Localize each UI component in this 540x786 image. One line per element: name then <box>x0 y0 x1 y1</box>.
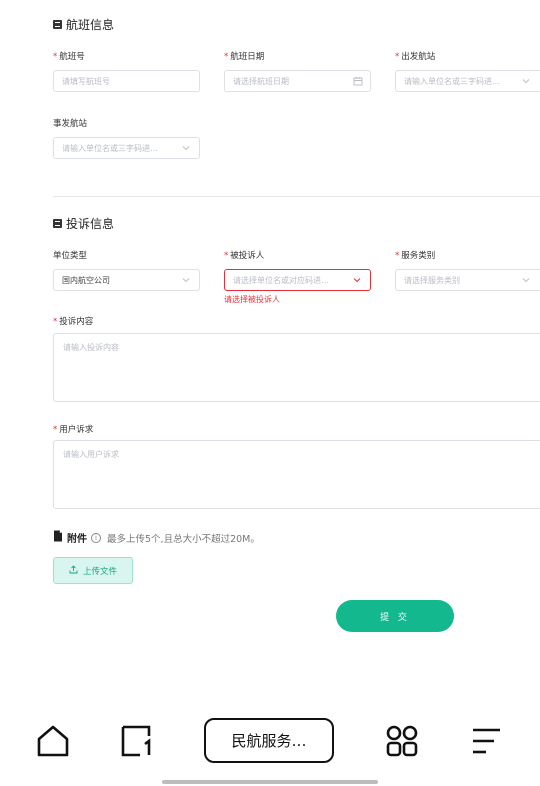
incident-station-select[interactable]: 请输入单位名或三字码进… <box>53 137 200 159</box>
flight-date-picker[interactable]: 请选择航班日期 <box>224 70 371 92</box>
chevron-down-icon <box>521 275 531 285</box>
flight-section-title: 航班信息 <box>53 16 114 33</box>
demand-textarea[interactable]: 请输入用户诉求 <box>53 440 540 509</box>
unit-type-select[interactable]: 国内航空公司 <box>53 269 200 291</box>
chevron-down-icon <box>181 143 191 153</box>
bottom-nav: 民航服务… <box>0 710 540 772</box>
chevron-down-icon <box>352 275 362 285</box>
complaint-section-title: 投诉信息 <box>53 215 114 232</box>
demand-label: * 用户诉求 <box>53 425 94 435</box>
file-icon <box>53 530 63 545</box>
service-type-placeholder: 请选择服务类别 <box>404 275 460 285</box>
attachment-tip: 最多上传5个,且总大小不超过20M。 <box>107 533 260 545</box>
upload-file-button[interactable]: 上传文件 <box>53 557 133 584</box>
home-indicator[interactable] <box>162 780 378 784</box>
service-type-select[interactable]: 请选择服务类别 <box>395 269 540 291</box>
respondent-placeholder: 请选择单位名或对应码进… <box>233 275 329 285</box>
tab-1-icon[interactable] <box>120 724 154 762</box>
submit-button[interactable]: 提 交 <box>336 600 454 632</box>
flight-no-input[interactable]: 请填写航班号 <box>53 70 200 92</box>
incident-station-label-text: 事发航站 <box>53 119 88 129</box>
flight-date-label: * 航班日期 <box>224 52 265 62</box>
respondent-error: 请选择被投诉人 <box>224 295 280 304</box>
attachment-row: 附件 i 最多上传5个,且总大小不超过20M。 <box>53 530 260 545</box>
center-tab-label: 民航服务… <box>231 732 307 750</box>
flight-no-label: * 航班号 <box>53 52 85 62</box>
departure-label: * 出发航站 <box>395 52 436 62</box>
unit-type-label: 单位类型 <box>53 249 87 261</box>
flight-date-label-text: 航班日期 <box>230 52 265 62</box>
service-type-label: * 服务类别 <box>395 251 436 261</box>
center-tab-button[interactable]: 民航服务… <box>204 718 334 763</box>
content-textarea[interactable]: 请输入投诉内容 <box>53 333 540 402</box>
departure-label-text: 出发航站 <box>401 52 436 62</box>
home-icon[interactable] <box>36 724 70 762</box>
flight-no-label-text: 航班号 <box>59 52 85 62</box>
calendar-icon <box>353 76 363 86</box>
service-type-label-text: 服务类别 <box>401 251 436 261</box>
content-placeholder: 请输入投诉内容 <box>63 343 119 352</box>
upload-icon <box>69 564 78 577</box>
apps-icon[interactable] <box>385 724 419 762</box>
upload-file-label: 上传文件 <box>82 566 117 577</box>
unit-type-label-text: 单位类型 <box>53 251 88 261</box>
unit-type-value: 国内航空公司 <box>62 275 110 285</box>
chevron-down-icon <box>521 76 531 86</box>
demand-label-text: 用户诉求 <box>59 425 94 435</box>
info-icon: i <box>91 532 101 543</box>
flight-date-placeholder: 请选择航班日期 <box>233 76 289 86</box>
flight-section-title-text: 航班信息 <box>66 18 115 32</box>
respondent-label: * 被投诉人 <box>224 251 265 261</box>
incident-station-placeholder: 请输入单位名或三字码进… <box>62 143 158 153</box>
flight-no-placeholder: 请填写航班号 <box>62 76 110 86</box>
section-divider <box>53 196 540 197</box>
respondent-label-text: 被投诉人 <box>230 251 265 261</box>
respondent-select[interactable]: 请选择单位名或对应码进… <box>224 269 371 291</box>
flight-section-icon <box>53 20 62 29</box>
chevron-down-icon <box>181 275 191 285</box>
demand-placeholder: 请输入用户诉求 <box>63 450 119 459</box>
complaint-section-icon <box>53 219 62 228</box>
attachment-title: 附件 <box>67 534 87 545</box>
departure-select[interactable]: 请输入单位名或三字码进… <box>395 70 540 92</box>
complaint-section-title-text: 投诉信息 <box>66 217 115 231</box>
content-label-text: 投诉内容 <box>59 317 94 327</box>
departure-placeholder: 请输入单位名或三字码进… <box>404 76 500 86</box>
menu-icon[interactable] <box>470 724 504 762</box>
incident-station-label: 事发航站 <box>53 117 87 129</box>
content-label: * 投诉内容 <box>53 317 94 327</box>
